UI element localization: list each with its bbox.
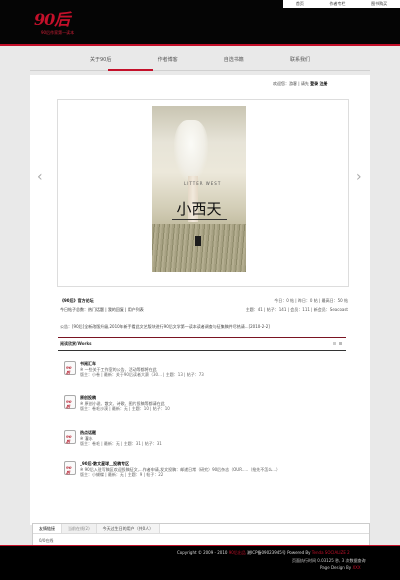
member-stats: 主题：41 | 帖子：141 | 会员：111 | 新会员：Seacoast bbox=[245, 307, 348, 312]
icp-powered-text: 湘ICP备09023945号 Powered By bbox=[247, 550, 311, 555]
forum-list: 90后 书阅汇车 ※ 一些关于工作室的公告、活动等都将在此 版主：小卷 | 最新… bbox=[58, 350, 346, 491]
forum-icon: 90后 bbox=[64, 461, 76, 475]
nav-contact[interactable]: 联系我们 bbox=[290, 56, 310, 66]
tab-friend-links[interactable]: 友情链接 bbox=[33, 524, 62, 533]
tab-birthdays[interactable]: 今天过生日的用户（共0人） bbox=[96, 524, 161, 533]
cover-badge bbox=[195, 236, 201, 246]
footer-red-line bbox=[0, 545, 400, 546]
cover-grass bbox=[152, 224, 246, 272]
powered-by-link[interactable]: Tenda SOCIALIZE 2 bbox=[312, 550, 350, 555]
cover-figure bbox=[174, 120, 208, 180]
forum-icon: 90后 bbox=[64, 395, 76, 409]
author-column-link[interactable]: 作者专栏 bbox=[329, 1, 345, 7]
footer-exec-time: 页面执行时间 0.03125 秒, 3 次数据查询 bbox=[292, 558, 366, 563]
buy-books-link[interactable]: 图书购买 bbox=[371, 1, 387, 7]
footer: Copyright © 2009 - 2010 90后出品 湘ICP备09023… bbox=[0, 545, 400, 580]
design-text: Page Design By bbox=[320, 565, 352, 570]
board-toggle-icon[interactable] bbox=[333, 342, 336, 345]
links-body: 0/0在线 bbox=[39, 538, 54, 543]
header-red-line bbox=[0, 44, 400, 46]
board-collapse-icon[interactable] bbox=[339, 342, 342, 345]
logo-mark: 90后 bbox=[34, 10, 70, 29]
forum-stats: 今日：0 帖 | 昨日：0 帖 | 最高日：50 帖 主题：41 | 帖子：14… bbox=[246, 298, 348, 313]
cover-subtitle: LITTER WEST bbox=[184, 181, 222, 186]
forum-title[interactable]: 《90后》官方论坛 bbox=[60, 298, 144, 304]
cover-title-rule bbox=[172, 219, 227, 220]
forum-sublinks[interactable]: 今日帖子总数：热门话题 | 我的回复 | 用户列表 bbox=[60, 307, 144, 313]
home-link[interactable]: 首页 bbox=[296, 1, 304, 7]
footer-copyright: Copyright © 2009 - 2010 90后出品 湘ICP备09023… bbox=[177, 550, 350, 556]
slider-prev-icon[interactable]: ‹ bbox=[37, 170, 47, 184]
footer-design: Page Design By XXX bbox=[320, 565, 361, 570]
forum-icon-label: 90后 bbox=[66, 399, 72, 409]
cover-title: 小西天 bbox=[176, 200, 222, 218]
announcement[interactable]: 公告：[90后]全新改版升级,2010年新手看此文艺版块进行90后文学第一读本读… bbox=[60, 324, 270, 330]
login-link[interactable]: 登录 bbox=[310, 81, 318, 86]
forum-icon-label: 90后 bbox=[66, 465, 72, 475]
forum-icon-label: 90后 bbox=[66, 365, 72, 375]
nav-about[interactable]: 关于90后 bbox=[90, 56, 111, 66]
designer-link[interactable]: XXX bbox=[352, 565, 360, 570]
forum-icon: 90后 bbox=[64, 430, 76, 444]
links-tabs: 友情链接 当前在线(2) 今天过生日的用户（共0人） bbox=[33, 524, 369, 534]
slider-next-icon[interactable]: › bbox=[356, 170, 366, 184]
forum-icon-label: 90后 bbox=[66, 434, 72, 444]
tab-online[interactable]: 当前在线(2) bbox=[62, 524, 97, 533]
top-links: 首页 作者专栏 图书购买 bbox=[283, 0, 400, 8]
book-cover[interactable]: LITTER WEST 小西天 bbox=[152, 106, 246, 272]
forum-icon: 90后 bbox=[64, 361, 76, 375]
forum-info: 《90后》官方论坛 今日帖子总数：热门话题 | 我的回复 | 用户列表 bbox=[60, 298, 144, 313]
board-title: 阅读欣赏/Works bbox=[60, 341, 92, 346]
main-nav: 关于90后 作者博客 自选书籍 联系我们 bbox=[90, 56, 310, 66]
welcome-text: 欢迎您：游客 | 请先 bbox=[273, 81, 309, 86]
nav-underline bbox=[30, 69, 370, 71]
site-logo[interactable]: 90后 90后作家第一读本 bbox=[34, 11, 80, 39]
site-credit-link[interactable]: 90后出品 bbox=[229, 550, 246, 555]
forum-stats-line: 版主：卷毛 | 最新：无 | 主题：31 | 帖子：31 bbox=[80, 441, 162, 446]
forum-stats-line: 版主：小卷 | 最新：关于90后读者大赛（30... | 主题：13 | 帖子：… bbox=[80, 372, 204, 377]
forum-stats-line: 版主：小蝴蝶 | 最新：无 | 主题：9 | 帖子：22 bbox=[80, 472, 164, 477]
nav-author-blog[interactable]: 作者博客 bbox=[158, 56, 178, 66]
register-link[interactable]: 注册 bbox=[319, 81, 327, 86]
forum-stats-line: 版主：卷毛沙漠 | 最新：无 | 主题：10 | 帖子：10 bbox=[80, 406, 170, 411]
nav-active-marker bbox=[108, 69, 153, 71]
post-stats: 今日：0 帖 | 昨日：0 帖 | 最高日：50 帖 bbox=[274, 298, 348, 303]
copyright-text: Copyright © 2009 - 2010 bbox=[177, 550, 228, 555]
board-header: 阅读欣赏/Works bbox=[58, 337, 346, 349]
nav-books[interactable]: 自选书籍 bbox=[224, 56, 244, 66]
logo-tagline: 90后作家第一读本 bbox=[41, 30, 75, 35]
top-header: 首页 作者专栏 图书购买 90后 90后作家第一读本 bbox=[0, 0, 400, 44]
welcome-bar: 欢迎您：游客 | 请先 登录 注册 bbox=[273, 81, 327, 87]
